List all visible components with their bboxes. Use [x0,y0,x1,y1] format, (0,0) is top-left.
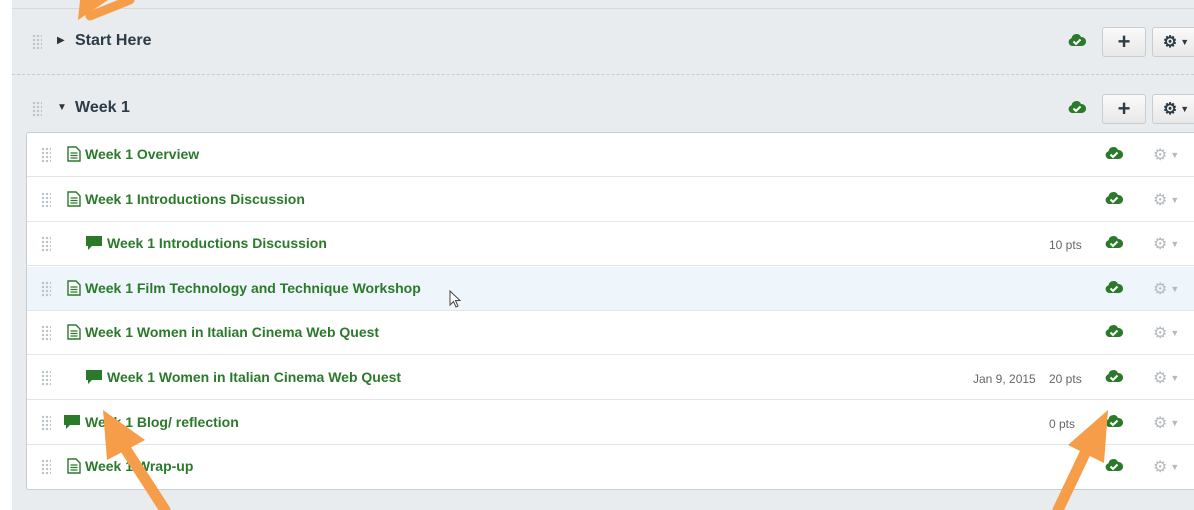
item-title-link[interactable]: Week 1 Introductions Discussion [85,191,305,207]
item-settings-button[interactable]: ⚙ ▼ [1153,457,1179,477]
module-item-row[interactable]: Week 1 Overview ⚙ ▼ [27,133,1194,177]
discussion-icon [85,369,103,390]
page-margin [0,0,12,510]
chevron-down-icon: ▼ [1170,239,1180,250]
chevron-down-icon: ▼ [1170,194,1180,205]
cloud-check-icon[interactable] [1068,33,1086,47]
add-item-button[interactable]: + [1102,27,1146,57]
cloud-check-icon[interactable] [1105,324,1124,343]
cloud-check-icon[interactable] [1105,191,1124,210]
cloud-check-icon[interactable] [1105,146,1124,165]
drag-handle-icon[interactable] [41,280,51,297]
chevron-down-icon: ▼ [1170,283,1180,294]
chevron-down-icon: ▼ [1180,37,1190,47]
chevron-down-icon: ▼ [1170,373,1180,383]
module-item-row[interactable]: Week 1 Introductions Discussion ⚙ ▼ [27,178,1194,222]
caret-right-icon[interactable]: ▶ [57,35,65,46]
add-label: + [1117,96,1131,121]
cloud-check-icon[interactable] [1068,100,1086,114]
gear-icon: ⚙ [1153,325,1168,343]
drag-handle-icon[interactable] [32,34,42,50]
module-divider [12,74,1194,75]
gear-icon: ⚙ [1153,280,1168,298]
add-label: + [1117,29,1131,54]
module-item-row[interactable]: Week 1 Women in Italian Cinema Web Quest… [27,356,1194,400]
item-settings-button[interactable]: ⚙ ▼ [1153,234,1179,254]
module-item-row[interactable]: Week 1 Film Technology and Technique Wor… [27,266,1194,311]
chevron-down-icon: ▼ [1170,328,1180,339]
page-icon [67,190,81,212]
module-settings-button[interactable]: ⚙ ▼ [1152,27,1194,57]
discussion-icon [85,235,103,256]
item-settings-button[interactable]: ⚙ ▼ [1153,279,1179,299]
module-item-row[interactable]: Week 1 Wrap-up ⚙ ▼ [27,445,1194,489]
gear-icon: ⚙ [1153,459,1168,477]
module-item-row[interactable]: Week 1 Blog/ reflection 0 pts ⚙ ▼ [27,401,1194,445]
gear-icon: ⚙ [1153,236,1168,254]
cloud-check-icon[interactable] [1105,369,1124,388]
drag-handle-icon[interactable] [41,370,51,386]
annotation-arrow-left [103,410,171,510]
item-title-link[interactable]: Week 1 Introductions Discussion [107,235,327,251]
item-title-link[interactable]: Week 1 Women in Italian Cinema Web Quest [107,369,401,385]
drag-handle-icon[interactable] [41,147,51,163]
module-title[interactable]: Week 1 [75,99,130,117]
chevron-down-icon: ▼ [1180,104,1190,114]
gear-icon: ⚙ [1153,414,1168,432]
page-icon [67,458,81,479]
module-header-start-here[interactable]: ▶ Start Here + ⚙ ▼ [12,15,1194,69]
module-header-week-1[interactable]: ▼ Week 1 + ⚙ ▼ [12,82,1194,136]
item-settings-button[interactable]: ⚙ ▼ [1153,145,1179,165]
item-title-link[interactable]: Week 1 Overview [85,146,199,162]
module-item-row[interactable]: Week 1 Introductions Discussion 10 pts ⚙ ▼ [27,222,1194,267]
divider [12,8,1194,9]
module-title[interactable]: Start Here [75,32,151,50]
mouse-cursor-icon [449,290,462,308]
cloud-check-icon[interactable] [1105,235,1124,254]
item-settings-button[interactable]: ⚙ ▼ [1153,323,1179,343]
gear-icon: ⚙ [1162,34,1178,51]
annotation-arrow-right [1052,410,1108,510]
drag-handle-icon[interactable] [32,101,42,117]
gear-icon: ⚙ [1162,101,1178,118]
drag-handle-icon[interactable] [41,191,51,208]
item-settings-button[interactable]: ⚙ ▼ [1153,413,1179,433]
drag-handle-icon[interactable] [41,236,51,253]
drag-handle-icon[interactable] [41,325,51,342]
discussion-icon [63,414,81,435]
points-value: 10 pts [1049,238,1082,253]
page-icon [67,146,81,167]
module-settings-button[interactable]: ⚙ ▼ [1152,94,1194,124]
drag-handle-icon[interactable] [41,414,51,431]
item-settings-button[interactable]: ⚙ ▼ [1153,368,1179,388]
chevron-down-icon: ▼ [1170,462,1180,473]
cloud-check-icon[interactable] [1105,280,1124,299]
add-item-button[interactable]: + [1102,94,1146,124]
item-settings-button[interactable]: ⚙ ▼ [1153,190,1179,210]
page-icon [67,324,81,345]
due-date: Jan 9, 2015 [973,372,1036,386]
item-title-link[interactable]: Week 1 Women in Italian Cinema Web Quest [85,324,379,340]
chevron-down-icon: ▼ [1170,417,1180,428]
annotation-arrow-top [78,0,135,21]
points-value: 20 pts [1049,372,1082,386]
gear-icon: ⚙ [1153,191,1168,209]
drag-handle-icon[interactable] [41,459,51,476]
module-items-list: Week 1 Overview ⚙ ▼ Week 1 Introductions Di… [26,132,1194,490]
gear-icon: ⚙ [1153,370,1168,387]
chevron-down-icon: ▼ [1170,150,1180,160]
gear-icon: ⚙ [1153,147,1168,164]
module-item-row[interactable]: Week 1 Women in Italian Cinema Web Quest… [27,311,1194,356]
caret-down-icon[interactable]: ▼ [57,102,67,113]
item-title-link[interactable]: Week 1 Film Technology and Technique Wor… [85,280,421,296]
page-icon [67,280,81,301]
